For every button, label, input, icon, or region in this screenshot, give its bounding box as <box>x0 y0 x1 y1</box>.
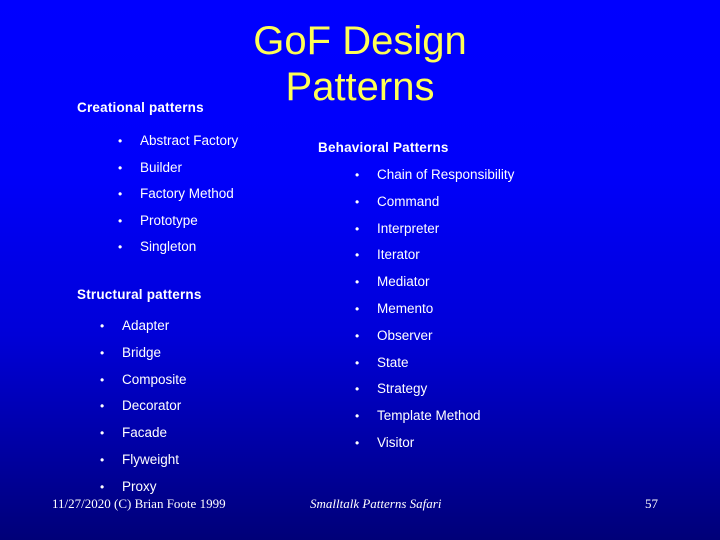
bullet-icon: • <box>355 301 360 316</box>
pattern-list-item: • Flyweight <box>100 447 187 474</box>
pattern-list-item: • Singleton <box>118 234 238 261</box>
pattern-list-item: • Builder <box>118 155 238 182</box>
bullet-icon: • <box>355 194 360 209</box>
pattern-list-item: • Observer <box>355 323 514 350</box>
bullet-icon: • <box>100 372 105 387</box>
page-title-line-1: GoF Design <box>253 19 467 63</box>
bullet-icon: • <box>355 409 360 424</box>
pattern-list-item: • Iterator <box>355 242 514 269</box>
bullet-icon: • <box>118 187 123 201</box>
bullet-icon: • <box>118 240 123 254</box>
page-title: GoF Design Patterns <box>60 18 660 110</box>
bullet-icon: • <box>355 168 360 182</box>
bullet-icon: • <box>355 435 360 450</box>
creational-patterns-list: • Abstract Factory • Builder • Factory Method… <box>118 128 238 261</box>
pattern-list-item: • Template Method <box>355 403 514 430</box>
bullet-icon: • <box>100 452 105 467</box>
bullet-icon: • <box>355 248 360 263</box>
bullet-icon: • <box>100 399 105 414</box>
bullet-icon: • <box>355 355 360 370</box>
footer-date-copyright: 11/27/2020 (C) Brian Foote 1999 <box>52 496 226 511</box>
bullet-icon: • <box>100 426 105 441</box>
bullet-icon: • <box>355 221 360 236</box>
footer-page-number: 57 <box>645 496 658 511</box>
pattern-list-item: • Memento <box>355 296 514 323</box>
bullet-icon: • <box>355 275 360 290</box>
bullet-icon: • <box>355 328 360 343</box>
pattern-list-item: • Visitor <box>355 430 514 457</box>
pattern-list-item: • Prototype <box>118 208 238 235</box>
behavioral-patterns-list: • Chain of Responsibility • Command • Interpr… <box>355 162 514 457</box>
pattern-list-item: • Chain of Responsibility <box>355 162 514 189</box>
pattern-list-item: • Facade <box>100 420 187 447</box>
bullet-icon: • <box>355 382 360 397</box>
pattern-name-label: Factory Method <box>140 186 234 201</box>
pattern-list-item: • Bridge <box>100 340 187 367</box>
pattern-list-item: • Mediator <box>355 269 514 296</box>
pattern-name-label: Chain of Responsibility <box>377 167 515 182</box>
bullet-icon: • <box>118 134 123 148</box>
behavioral-patterns-heading: Behavioral Patterns <box>318 140 449 155</box>
structural-patterns-list: • Adapter • Bridge • Composite • Decorator • Faca… <box>100 313 187 501</box>
bullet-icon: • <box>118 160 123 175</box>
pattern-list-item: • Decorator <box>100 393 187 420</box>
creational-patterns-heading: Creational patterns <box>77 100 204 115</box>
bullet-icon: • <box>118 213 123 228</box>
pattern-list-item: • Abstract Factory <box>118 128 238 155</box>
pattern-list-item: • State <box>355 350 514 377</box>
bullet-icon: • <box>100 345 105 360</box>
pattern-list-item: • Interpreter <box>355 216 514 243</box>
pattern-list-item: • Command <box>355 189 514 216</box>
footer-presentation-title: Smalltalk Patterns Safari <box>310 496 442 511</box>
pattern-list-item: • Adapter <box>100 313 187 340</box>
pattern-name-label: Abstract Factory <box>140 133 239 148</box>
bullet-icon: • <box>100 319 105 333</box>
pattern-list-item: • Factory Method <box>118 181 238 208</box>
pattern-list-item: • Composite <box>100 367 187 394</box>
structural-patterns-heading: Structural patterns <box>77 287 202 302</box>
pattern-name-label: Template Method <box>377 408 481 424</box>
pattern-list-item: • Strategy <box>355 376 514 403</box>
slide-canvas: GoF Design Patterns Creational patterns … <box>0 0 720 540</box>
